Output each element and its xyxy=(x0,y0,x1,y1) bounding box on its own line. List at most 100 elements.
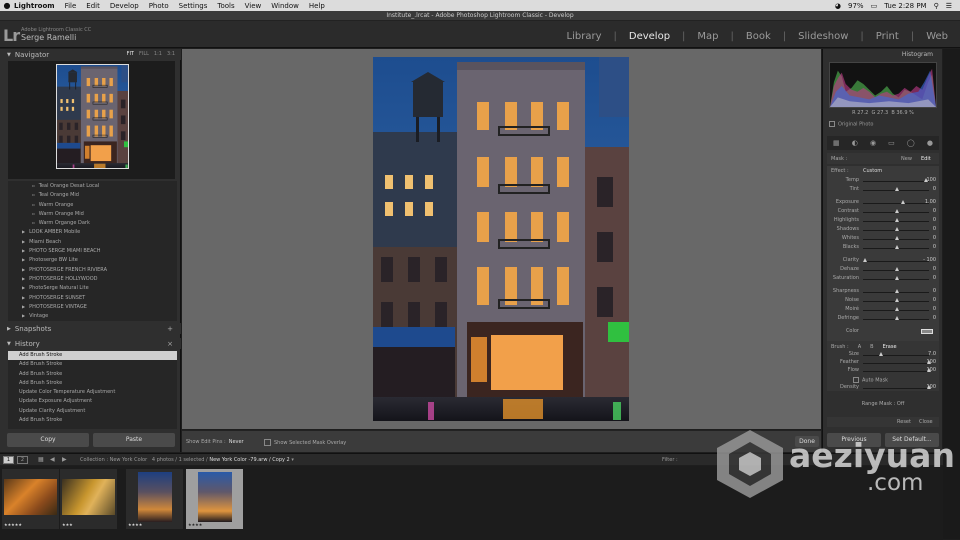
preset-item[interactable]: ▶ PHOTOSERGE SUNSET xyxy=(8,293,177,302)
navigator-thumbnail[interactable] xyxy=(56,64,129,169)
navigator-header[interactable]: ▼ Navigator FIT FILL 1:1 3:1 xyxy=(0,49,181,60)
preset-item[interactable]: ▫ Warm Orange Mid xyxy=(8,209,177,218)
slider-value[interactable]: 0 xyxy=(933,306,936,312)
main-photo[interactable] xyxy=(373,57,629,421)
slider-temp[interactable]: Temp 100 xyxy=(827,177,939,185)
slider-value[interactable]: 0 xyxy=(933,186,936,192)
star-rating[interactable]: ★★★ xyxy=(62,522,73,527)
auto-mask-checkbox[interactable]: Auto Mask xyxy=(853,377,888,384)
slider-value[interactable]: 100 xyxy=(926,177,936,183)
filmstrip-thumbnail[interactable]: ★★★★ xyxy=(126,469,183,529)
spot-removal-icon[interactable]: ◐ xyxy=(852,139,858,147)
slider-value[interactable]: 0 xyxy=(933,266,936,272)
slider-exposure[interactable]: Exposure 1.00 xyxy=(827,199,939,207)
edit-pins-control[interactable]: Show Edit Pins : Never xyxy=(186,439,244,445)
slider-shadows[interactable]: Shadows 0 xyxy=(827,226,939,234)
module-print[interactable]: Print xyxy=(876,31,899,42)
module-map[interactable]: Map xyxy=(697,31,718,42)
slider-knob[interactable] xyxy=(895,187,899,191)
slider-knob[interactable] xyxy=(895,267,899,271)
zoom-option[interactable]: FILL xyxy=(139,51,149,57)
star-rating[interactable]: ★★★★ xyxy=(188,522,202,527)
history-header[interactable]: ▼ History × xyxy=(0,338,181,349)
slider-dehaze[interactable]: Dehaze 0 xyxy=(827,266,939,274)
slider-knob[interactable] xyxy=(895,298,899,302)
add-snapshot-icon[interactable]: + xyxy=(167,325,173,333)
menu-lightroom[interactable]: Lightroom xyxy=(14,2,55,10)
filmstrip-thumbnail[interactable]: ★★★★ xyxy=(186,469,243,529)
apple-menu-icon[interactable]: ● xyxy=(0,1,14,10)
zoom-option[interactable]: 1:1 xyxy=(154,51,162,57)
copy-button[interactable]: Copy xyxy=(7,433,89,447)
preset-item[interactable]: ▶ PhotoSerge Natural Lite xyxy=(8,283,177,292)
preset-item[interactable]: ▫ Warm Orange xyxy=(8,200,177,209)
menu-photo[interactable]: Photo xyxy=(149,2,169,10)
menu-window[interactable]: Window xyxy=(271,2,299,10)
history-item[interactable]: Add Brush Stroke xyxy=(8,379,177,388)
slider-track[interactable] xyxy=(863,261,929,262)
mask-new-button[interactable]: New xyxy=(901,156,912,162)
history-item[interactable]: Add Brush Stroke xyxy=(8,370,177,379)
filmstrip-thumbnail[interactable]: ★★★ xyxy=(60,469,117,529)
red-eye-icon[interactable]: ◉ xyxy=(870,139,876,147)
preset-item[interactable]: ▶ PHOTOSERGE HOLLYWOOD xyxy=(8,274,177,283)
slider-highlights[interactable]: Highlights 0 xyxy=(827,217,939,225)
menu-settings[interactable]: Settings xyxy=(179,2,208,10)
history-item[interactable]: Add Brush Stroke xyxy=(8,416,177,425)
thumbnail-image[interactable] xyxy=(4,479,57,515)
slider-value[interactable]: 0 xyxy=(933,297,936,303)
star-rating[interactable]: ★★★★★ xyxy=(4,522,22,527)
menu-list-icon[interactable]: ☰ xyxy=(946,2,952,10)
screen-1-button[interactable]: 1 xyxy=(3,456,14,464)
slider-value[interactable]: 0 xyxy=(933,226,936,232)
slider-noise[interactable]: Noise 0 xyxy=(827,297,939,305)
slider-knob[interactable] xyxy=(895,209,899,213)
slider-track[interactable] xyxy=(863,181,929,182)
slider-value[interactable]: 0 xyxy=(933,208,936,214)
close-button[interactable]: Close xyxy=(919,419,933,425)
screen-2-button[interactable]: 2 xyxy=(17,456,28,464)
preset-item[interactable]: ▶ PHOTO SERGE MIAMI BEACH xyxy=(8,246,177,255)
slider-knob[interactable] xyxy=(901,200,906,204)
slider-sharpness[interactable]: Sharpness 0 xyxy=(827,288,939,296)
slider-clarity[interactable]: Clarity - 100 xyxy=(827,257,939,265)
snapshots-header[interactable]: ▶ Snapshots + xyxy=(0,323,181,334)
thumbnail-image[interactable] xyxy=(198,472,232,522)
menu-help[interactable]: Help xyxy=(309,2,325,10)
original-photo-checkbox[interactable]: Original Photo xyxy=(829,121,873,128)
filmstrip-thumbnail[interactable]: ★★★★★ xyxy=(2,469,59,529)
edit-pins-value[interactable]: Never xyxy=(229,439,244,445)
menu-edit[interactable]: Edit xyxy=(86,2,100,10)
history-item[interactable]: Add Brush Stroke xyxy=(8,360,177,369)
slider-knob[interactable] xyxy=(895,289,899,293)
slider-value[interactable]: - 100 xyxy=(923,257,936,263)
thumbnail-image[interactable] xyxy=(138,472,172,522)
slider-knob[interactable] xyxy=(895,227,899,231)
slider-value[interactable]: 0 xyxy=(933,217,936,223)
slider-value[interactable]: 0 xyxy=(933,315,936,321)
slider-value[interactable]: 1.00 xyxy=(925,199,936,205)
zoom-option[interactable]: FIT xyxy=(127,51,134,57)
preset-item[interactable]: ▶ PHOTOSERGE FRENCH RIVIERA xyxy=(8,265,177,274)
menu-file[interactable]: File xyxy=(65,2,77,10)
reset-button[interactable]: Reset xyxy=(897,419,911,425)
slider-saturation[interactable]: Saturation 0 xyxy=(827,275,939,283)
brush-size-slider[interactable]: Size 7.0 xyxy=(827,351,939,359)
range-mask-dropdown[interactable]: Range Mask : Off xyxy=(827,399,939,410)
slider-track[interactable] xyxy=(863,203,929,204)
preset-item[interactable]: ▶ Vintage xyxy=(8,311,177,320)
brush-erase-button[interactable]: Erase xyxy=(883,344,897,350)
grid-view-icon[interactable]: ▦ xyxy=(38,456,44,463)
preset-item[interactable]: ▶ Photoserge BW Lite xyxy=(8,255,177,264)
brush-a-button[interactable]: A xyxy=(858,344,861,350)
back-arrow-icon[interactable]: ◀ xyxy=(50,456,55,463)
slider-whites[interactable]: Whites 0 xyxy=(827,235,939,243)
collection-source[interactable]: Collection : New York Color 4 photos / 1… xyxy=(80,457,294,463)
clock[interactable]: Tue 2:28 PM xyxy=(884,2,926,10)
slider-moir[interactable]: Moiré 0 xyxy=(827,306,939,314)
module-slideshow[interactable]: Slideshow xyxy=(798,31,848,42)
histogram-header[interactable]: Histogram xyxy=(823,49,943,60)
slider-value[interactable]: 0 xyxy=(933,275,936,281)
slider-value[interactable]: 0 xyxy=(933,244,936,250)
slider-contrast[interactable]: Contrast 0 xyxy=(827,208,939,216)
